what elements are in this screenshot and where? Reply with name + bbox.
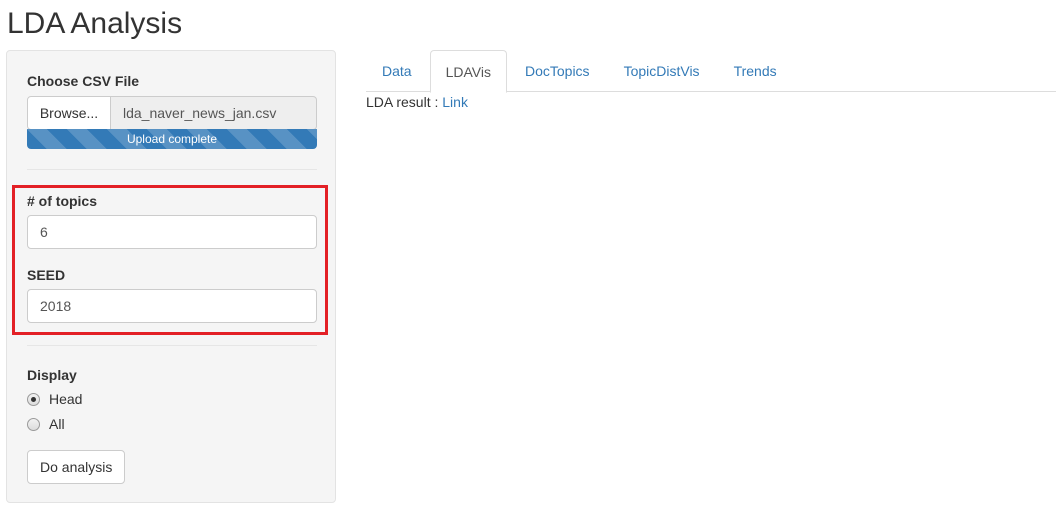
seed-label: SEED [27, 267, 66, 283]
upload-progress: Upload complete [27, 129, 317, 149]
tab-topicdistvis[interactable]: TopicDistVis [608, 50, 716, 92]
upload-progress-bar: Upload complete [27, 129, 317, 149]
display-option-head[interactable]: Head [27, 391, 82, 407]
lda-result-line: LDA result : Link [366, 94, 468, 110]
display-option-all[interactable]: All [27, 416, 65, 432]
file-name-display: lda_naver_news_jan.csv [111, 96, 317, 130]
page-title: LDA Analysis [7, 7, 183, 40]
topics-label: # of topics [27, 193, 98, 209]
tab-ldavis[interactable]: LDAVis [429, 50, 507, 93]
topics-input[interactable] [27, 215, 317, 249]
tab-doctopics[interactable]: DocTopics [509, 50, 606, 92]
file-input-label: Choose CSV File [27, 73, 140, 89]
radio-icon[interactable] [27, 417, 40, 431]
do-analysis-button[interactable]: Do analysis [27, 450, 126, 484]
tab-trends[interactable]: Trends [718, 50, 793, 92]
tab-bar: Data LDAVis DocTopics TopicDistVis Trend… [366, 50, 1056, 93]
sidebar-panel: Choose CSV File Browse... lda_naver_news… [6, 50, 336, 503]
seed-input[interactable] [27, 289, 317, 323]
file-input-group: Browse... lda_naver_news_jan.csv [27, 96, 317, 130]
tab-data[interactable]: Data [366, 50, 428, 92]
display-option-label: All [49, 416, 65, 432]
divider [27, 345, 317, 346]
divider [27, 169, 317, 170]
display-option-label: Head [49, 391, 83, 407]
display-label: Display [27, 367, 77, 383]
browse-button[interactable]: Browse... [27, 96, 111, 130]
lda-result-link[interactable]: Link [442, 94, 468, 110]
radio-icon[interactable] [27, 392, 40, 406]
lda-result-label: LDA result : [366, 94, 443, 110]
